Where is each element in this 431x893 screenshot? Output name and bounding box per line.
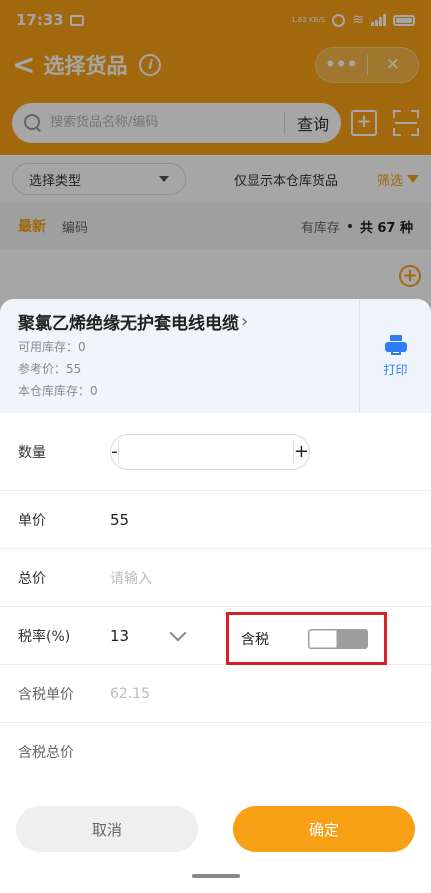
quantity-stepper: - +	[110, 433, 310, 470]
print-label: 打印	[383, 362, 408, 377]
tax-included-toggle[interactable]	[308, 628, 368, 649]
quantity-minus-button[interactable]: -	[111, 441, 118, 462]
quantity-input[interactable]	[117, 440, 294, 463]
unit-price-row: 单价 55	[0, 491, 431, 549]
tax-rate-row: 税率(%) 13 含税	[0, 607, 431, 665]
goods-name-link[interactable]: 聚氯乙烯绝缘无护套电线电缆 ›	[18, 309, 341, 334]
total-price-input[interactable]: 请输入	[110, 568, 152, 588]
taxed-unit-price-label: 含税单价	[18, 686, 74, 703]
warehouse-stock: 本仓库库存：0	[18, 384, 98, 398]
unit-price-input[interactable]: 55	[110, 511, 129, 529]
home-indicator	[192, 874, 240, 878]
taxed-unit-price-row: 含税单价 62.15	[0, 665, 431, 723]
quantity-label: 数量	[18, 444, 46, 461]
taxed-total-price-label: 含税总价	[18, 745, 74, 761]
print-button[interactable]: 打印	[359, 299, 431, 413]
taxed-unit-price-value: 62.15	[110, 685, 151, 702]
toggle-knob	[309, 629, 337, 648]
chevron-right-icon: ›	[241, 311, 249, 332]
tax-included-label: 含税	[241, 631, 269, 648]
quantity-plus-button[interactable]: +	[294, 441, 309, 462]
tax-rate-label: 税率(%)	[18, 628, 71, 645]
action-bar: 取消 确定	[0, 794, 431, 864]
reference-price: 参考价：55	[18, 362, 82, 376]
tax-included-highlight: 含税	[226, 612, 387, 665]
tax-rate-select[interactable]: 13	[110, 627, 172, 645]
printer-icon	[384, 334, 407, 355]
total-price-row: 总价 请输入	[0, 549, 431, 607]
total-price-label: 总价	[18, 570, 46, 587]
goods-name: 聚氯乙烯绝缘无护套电线电缆	[18, 314, 239, 334]
quantity-row: 数量 - +	[0, 413, 431, 491]
goods-header: 聚氯乙烯绝缘无护套电线电缆 › 可用库存：0 参考价：55 本仓库库存：0 打印	[0, 299, 431, 413]
goods-info: 聚氯乙烯绝缘无护套电线电缆 › 可用库存：0 参考价：55 本仓库库存：0	[0, 299, 359, 413]
available-stock: 可用库存：0	[18, 340, 86, 354]
goods-detail-sheet: 聚氯乙烯绝缘无护套电线电缆 › 可用库存：0 参考价：55 本仓库库存：0 打印…	[0, 299, 431, 893]
taxed-total-price-row: 含税总价	[0, 723, 431, 781]
cancel-button[interactable]: 取消	[16, 806, 198, 852]
chevron-down-icon[interactable]	[169, 624, 187, 641]
confirm-button[interactable]: 确定	[233, 806, 415, 852]
unit-price-label: 单价	[18, 512, 46, 529]
